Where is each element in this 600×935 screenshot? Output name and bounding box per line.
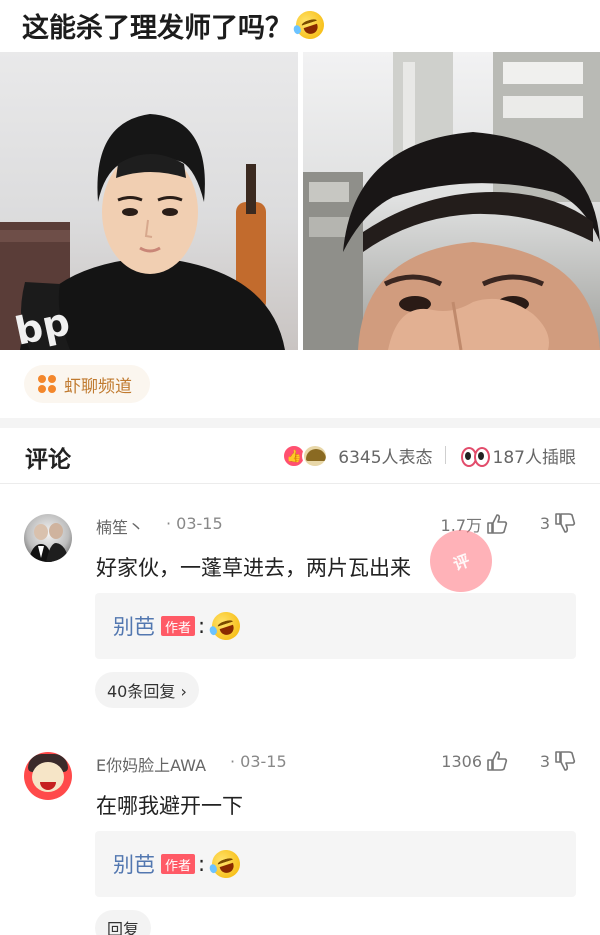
reply-button[interactable]: 回复: [95, 910, 152, 935]
dislike-count: 3: [539, 513, 550, 533]
stamp-text: 评: [450, 550, 473, 575]
comment-dislike-button[interactable]: 3: [540, 750, 576, 772]
comments-title: 评论: [25, 447, 71, 473]
thumbs-up-icon: [486, 513, 508, 535]
reply-author-name[interactable]: 别芭: [113, 849, 155, 879]
laughing-crying-emoji-icon: [208, 846, 244, 882]
author-reply[interactable]: 别芭 作者 :: [95, 831, 576, 897]
reply-colon: :: [198, 852, 206, 876]
peek-count: 187人插眼: [492, 447, 576, 468]
thumbs-down-icon: [554, 750, 576, 772]
comment-date: · 03-15: [230, 752, 287, 771]
comment-username[interactable]: E你妈脸上AWA: [96, 752, 206, 776]
before-haircut-image: bp: [0, 114, 285, 350]
channel-tag[interactable]: 虾聊频道: [24, 365, 150, 403]
comment-date: · 03-15: [166, 514, 223, 533]
dislike-count: 3: [539, 751, 550, 771]
like-count: 1306: [441, 751, 482, 771]
author-badge: 作者: [161, 616, 196, 636]
section-divider: [0, 418, 600, 428]
view-replies-button[interactable]: 40条回复 ›: [95, 672, 199, 708]
comment-username[interactable]: 楠笙丶: [96, 514, 144, 538]
laughing-crying-emoji-icon: [292, 7, 328, 43]
after-haircut-image: [303, 52, 600, 350]
avatar-image: [28, 523, 69, 562]
reaction-summary[interactable]: 👍 6345人表态 187人插眼: [282, 442, 576, 468]
reaction-count: 6345人表态: [338, 447, 433, 468]
hat-reaction-icon: [302, 444, 329, 468]
comment-like-button[interactable]: 1306: [441, 750, 508, 772]
comment-dislike-button[interactable]: 3: [540, 512, 576, 534]
comment-text: 好家伙，一蓬草进去，两片瓦出来: [96, 556, 411, 580]
post-title: 这能杀了理发师了吗？: [22, 6, 328, 44]
post-title-text: 这能杀了理发师了吗？: [22, 12, 292, 44]
reaction-icons: 👍: [282, 442, 332, 468]
author-badge: 作者: [161, 854, 196, 874]
thumbs-up-icon: [486, 750, 508, 772]
eyes-icon: [460, 444, 490, 467]
thumbs-down-icon: [554, 512, 576, 534]
four-dots-icon: [38, 375, 56, 393]
avatar[interactable]: [24, 752, 72, 800]
comments-header: 评论 👍 6345人表态 187人插眼: [0, 428, 600, 484]
reply-colon: :: [198, 614, 206, 638]
reply-author-name[interactable]: 别芭: [113, 611, 155, 641]
channel-label: 虾聊频道: [64, 376, 132, 397]
after-haircut-photo[interactable]: [303, 52, 600, 350]
avatar[interactable]: [24, 514, 72, 562]
reaction-separator: [444, 446, 446, 464]
author-reply[interactable]: 别芭 作者 :: [95, 593, 576, 659]
comment-text: 在哪我避开一下: [96, 794, 243, 818]
laughing-crying-emoji-icon: [208, 608, 244, 644]
before-haircut-photo[interactable]: bp: [0, 52, 298, 350]
